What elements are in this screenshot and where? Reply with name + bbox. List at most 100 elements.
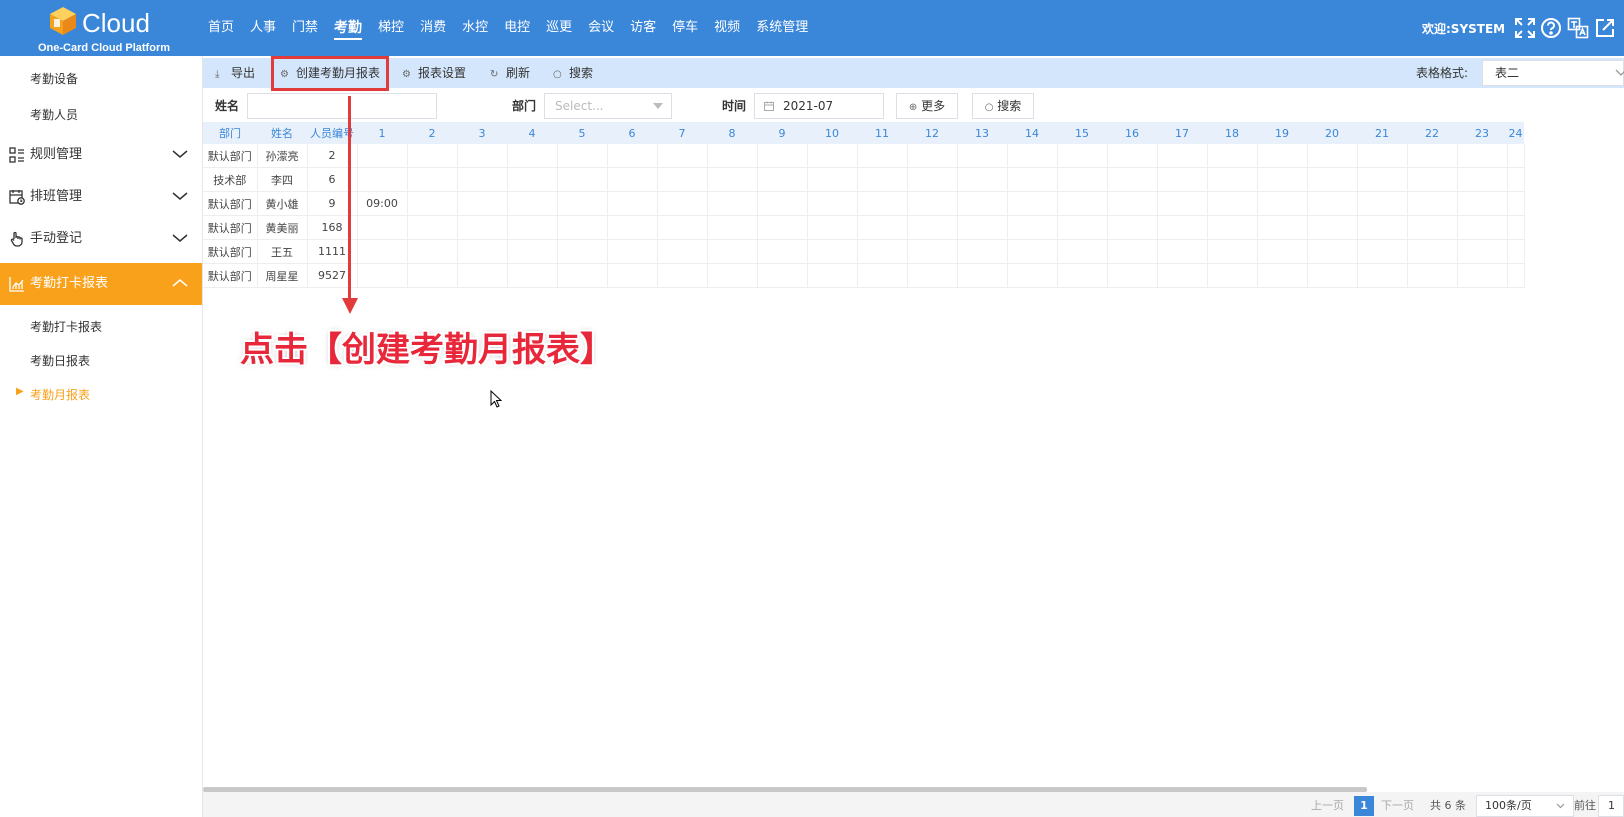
- day-cell: [857, 239, 908, 264]
- fullscreen-icon[interactable]: [1514, 17, 1536, 39]
- table-format-select[interactable]: 表二: [1482, 60, 1624, 86]
- next-page-button[interactable]: 下一页: [1381, 796, 1414, 816]
- sidebar-group-scheduling[interactable]: 排班管理: [0, 176, 202, 218]
- sidebar-item-monthly-report[interactable]: 考勤月报表: [30, 386, 90, 403]
- translate-icon[interactable]: [1567, 17, 1589, 39]
- day-cell: [757, 167, 808, 192]
- logo[interactable]: Cloud One-Card Cloud Platform: [38, 4, 178, 54]
- name-input[interactable]: [247, 93, 437, 119]
- day-cell: [1407, 263, 1458, 288]
- day-cell: [1257, 215, 1308, 240]
- nav-item-system[interactable]: 系统管理: [748, 0, 816, 56]
- department-select[interactable]: Select...: [544, 93, 672, 119]
- monthly-report-table: 部门 姓名 人员编号 1 2 3 4 5 6 7 8 9 10 11 12 13 14 15 16 17 18 19 20 2…: [203, 122, 1525, 288]
- department-label: 部门: [512, 99, 537, 113]
- goto-page-input[interactable]: 1: [1598, 795, 1624, 817]
- name-cell: 孙濛亮: [257, 144, 308, 168]
- table-header-row: 部门 姓名 人员编号 1 2 3 4 5 6 7 8 9 10 11 12 13 14 15 16 17 18 19 20 2…: [203, 122, 1524, 144]
- page-size-select[interactable]: 100条/页: [1476, 795, 1574, 817]
- day-cell: [957, 215, 1008, 240]
- nav-item-home[interactable]: 首页: [200, 0, 242, 56]
- sidebar-item-punch-report[interactable]: 考勤打卡报表: [30, 318, 102, 335]
- report-settings-label: 报表设置: [418, 66, 467, 80]
- annotation-arrow-line: [348, 96, 351, 301]
- export-button[interactable]: ⤓ 导出: [215, 58, 255, 88]
- sidebar-group-attendance-reports[interactable]: 考勤打卡报表: [0, 263, 202, 305]
- day-cell: [1057, 191, 1108, 216]
- day-cell: [357, 144, 408, 168]
- sidebar-group-manual-registration[interactable]: 手动登记: [0, 218, 202, 260]
- refresh-button[interactable]: ↻ 刷新: [490, 58, 530, 88]
- sidebar-item-attendance-devices[interactable]: 考勤设备: [30, 70, 78, 87]
- page-size-value: 100条/页: [1485, 799, 1532, 812]
- day-column-header: 22: [1407, 122, 1457, 144]
- toolbar-search-button[interactable]: ○ 搜索: [553, 58, 593, 88]
- dept-cell: 技术部: [203, 167, 258, 192]
- table-row[interactable]: 默认部门 黄小雄 9 09:00: [203, 191, 1525, 216]
- day-cell: [857, 215, 908, 240]
- report-settings-button[interactable]: ⚙ 报表设置: [402, 58, 466, 88]
- sidebar-item-attendance-personnel[interactable]: 考勤人员: [30, 106, 78, 123]
- logo-cube-icon: [50, 7, 76, 35]
- nav-item-video[interactable]: 视频: [706, 0, 748, 56]
- nav-item-parking[interactable]: 停车: [664, 0, 706, 56]
- nav-item-personnel[interactable]: 人事: [242, 0, 284, 56]
- day-cell: [557, 144, 608, 168]
- nav-item-water[interactable]: 水控: [454, 0, 496, 56]
- nav-item-patrol[interactable]: 巡更: [538, 0, 580, 56]
- help-icon[interactable]: [1540, 17, 1562, 39]
- nav-item-access[interactable]: 门禁: [284, 0, 326, 56]
- table-row[interactable]: 默认部门 王五 1111: [203, 239, 1525, 264]
- nav-item-consumption[interactable]: 消费: [412, 0, 454, 56]
- day-cell: [407, 191, 458, 216]
- nav-item-elevator[interactable]: 梯控: [370, 0, 412, 56]
- table-row[interactable]: 技术部 李四 6: [203, 167, 1525, 192]
- day-column-header: 9: [757, 122, 807, 144]
- day-cell: [857, 191, 908, 216]
- nav-item-visitor[interactable]: 访客: [622, 0, 664, 56]
- day-cell: [957, 167, 1008, 192]
- day-cell: [1357, 239, 1408, 264]
- nav-item-attendance[interactable]: 考勤: [326, 0, 370, 56]
- day-cell: [1307, 167, 1358, 192]
- day-cell: [1407, 191, 1458, 216]
- search-icon: ○: [984, 102, 994, 113]
- day-cell: [607, 239, 658, 264]
- day-cell: [907, 167, 958, 192]
- name-cell: 黄小雄: [257, 191, 308, 216]
- day-cell: [457, 144, 508, 168]
- day-cell: [1157, 263, 1208, 288]
- table-row[interactable]: 默认部门 黄美丽 168: [203, 215, 1525, 240]
- sidebar-group-rules[interactable]: 规则管理: [0, 134, 202, 176]
- more-button[interactable]: ⊕ 更多: [896, 93, 958, 119]
- day-cell: [557, 191, 608, 216]
- sidebar-item-daily-report[interactable]: 考勤日报表: [30, 352, 90, 369]
- day-cell: [407, 167, 458, 192]
- month-picker[interactable]: 2021-07: [754, 93, 884, 119]
- day-cell: [957, 239, 1008, 264]
- external-link-icon[interactable]: [1594, 17, 1616, 39]
- day-cell: [1407, 239, 1458, 264]
- day-cell: [457, 215, 508, 240]
- table-row[interactable]: 默认部门 周星星 9527: [203, 263, 1525, 288]
- day-cell: [1357, 144, 1408, 168]
- table-row[interactable]: 默认部门 孙濛亮 2: [203, 144, 1525, 168]
- day-cell: [757, 215, 808, 240]
- day-cell: [1457, 167, 1508, 192]
- page-number-current[interactable]: 1: [1354, 796, 1374, 816]
- filter-search-button[interactable]: ○ 搜索: [972, 93, 1034, 119]
- day-cell: [1007, 144, 1058, 168]
- nav-item-electric[interactable]: 电控: [496, 0, 538, 56]
- day-column-header: 5: [557, 122, 607, 144]
- day-cell: [407, 144, 458, 168]
- day-cell: [507, 167, 558, 192]
- day-cell: [1357, 215, 1408, 240]
- day-cell: [1057, 167, 1108, 192]
- day-cell: [1057, 263, 1108, 288]
- main-nav: 首页 人事 门禁 考勤 梯控 消费 水控 电控 巡更 会议 访客 停车 视频 系…: [200, 0, 816, 56]
- day-cell: [907, 239, 958, 264]
- prev-page-button[interactable]: 上一页: [1311, 796, 1344, 816]
- day-cell: [607, 263, 658, 288]
- nav-item-meeting[interactable]: 会议: [580, 0, 622, 56]
- day-cell: [1457, 144, 1508, 168]
